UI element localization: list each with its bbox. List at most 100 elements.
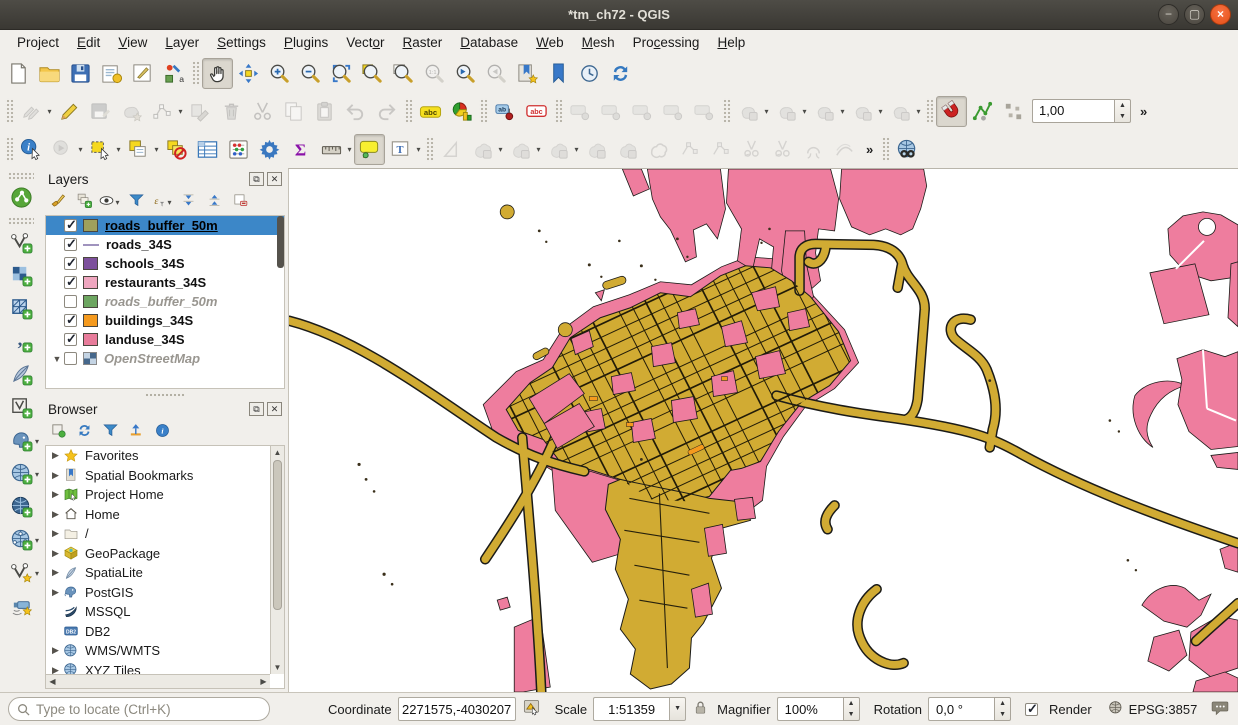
fill-ring-button[interactable] — [736, 134, 767, 165]
locate-search-input[interactable]: Type to locate (Ctrl+K) — [8, 697, 270, 721]
offset-curve-button[interactable] — [829, 134, 860, 165]
open-data-source-manager-button[interactable] — [4, 182, 38, 215]
layer-item-openstreetmap[interactable]: ▼OpenStreetMap — [46, 349, 284, 368]
coordinate-input[interactable]: 2271575,-4030207 — [398, 697, 516, 721]
layers-float-button[interactable]: ⧉ — [249, 172, 264, 186]
add-postgis-layer-button[interactable]: ▾ — [4, 425, 38, 458]
save-layer-edits-button[interactable] — [85, 96, 116, 127]
add-selected-layers-button[interactable] — [46, 421, 70, 443]
map-canvas[interactable] — [288, 168, 1238, 692]
layer-item-buildings_34s[interactable]: buildings_34S — [46, 311, 284, 330]
show-layout-manager-button[interactable] — [127, 58, 158, 89]
browser-item-spatial-bookmarks[interactable]: ▶Spatial Bookmarks — [46, 466, 284, 486]
split-parts-button[interactable] — [505, 134, 536, 165]
select-features-button[interactable] — [85, 134, 116, 165]
show-hide-labels-button[interactable] — [565, 96, 596, 127]
run-feature-action-button[interactable] — [47, 134, 78, 165]
delete-part-button[interactable] — [798, 134, 829, 165]
draw-rectangle-button[interactable] — [847, 96, 878, 127]
layer-item-schools_34s[interactable]: schools_34S — [46, 254, 284, 273]
add-virtual-layer-button[interactable] — [4, 392, 38, 425]
zoom-to-layer-button[interactable] — [388, 58, 419, 89]
snapping-tolerance-input[interactable]: 1,00 — [1032, 99, 1114, 123]
open-project-button[interactable] — [34, 58, 65, 89]
layer-visibility-checkbox[interactable] — [64, 352, 77, 365]
layers-scrollbar-thumb[interactable] — [277, 216, 284, 268]
draw-circle-button[interactable] — [771, 96, 802, 127]
merge-features-button[interactable] — [543, 134, 574, 165]
menu-database[interactable]: Database — [451, 33, 527, 52]
render-checkbox[interactable] — [1025, 703, 1038, 716]
browser-hscrollbar[interactable]: ◀▶ — [46, 674, 270, 688]
browser-item--[interactable]: ▶/ — [46, 524, 284, 544]
add-group-button[interactable] — [72, 191, 96, 213]
maximize-button[interactable]: ▢ — [1184, 4, 1205, 25]
split-features-button[interactable] — [467, 134, 498, 165]
new-print-layout-button[interactable] — [96, 58, 127, 89]
filter-legend-button[interactable] — [124, 191, 148, 213]
add-delimited-text-layer-button[interactable]: , — [4, 326, 38, 359]
delete-selected-button[interactable] — [216, 96, 247, 127]
crs-status-button[interactable]: EPSG:3857 — [1108, 700, 1198, 719]
layer-item-roads_buffer_50m[interactable]: roads_buffer_50m — [46, 292, 284, 311]
filter-by-expression-button[interactable]: ε▾ — [150, 191, 174, 213]
open-attribute-table-button[interactable] — [192, 134, 223, 165]
add-ring-button[interactable] — [674, 134, 705, 165]
rotate-label-button[interactable] — [627, 96, 658, 127]
change-label-properties-button[interactable] — [658, 96, 689, 127]
add-part-button[interactable] — [705, 134, 736, 165]
self-snapping-button[interactable] — [998, 96, 1029, 127]
close-button[interactable]: × — [1210, 4, 1231, 25]
menu-help[interactable]: Help — [708, 33, 754, 52]
expander-icon[interactable]: ▶ — [49, 587, 62, 598]
browser-item-home[interactable]: ▶Home — [46, 505, 284, 525]
highlight-pinned-labels-button[interactable]: abc — [521, 96, 552, 127]
browser-item-favorites[interactable]: ▶Favorites — [46, 446, 284, 466]
merge-attributes-button[interactable] — [581, 134, 612, 165]
remove-layer-button[interactable] — [228, 191, 252, 213]
paste-features-button[interactable] — [309, 96, 340, 127]
layer-labeling-button[interactable]: abc — [415, 96, 446, 127]
processing-toolbox-button[interactable] — [254, 134, 285, 165]
browser-close-button[interactable]: ✕ — [267, 402, 282, 416]
deselect-all-button[interactable] — [161, 134, 192, 165]
menu-vector[interactable]: Vector — [337, 33, 393, 52]
refresh-map-button[interactable] — [605, 58, 636, 89]
layer-visibility-checkbox[interactable] — [64, 238, 77, 251]
browser-item-spatialite[interactable]: ▶SpatiaLite — [46, 563, 284, 583]
select-by-value-button[interactable] — [123, 134, 154, 165]
add-raster-layer-button[interactable] — [4, 260, 38, 293]
scale-dropdown-button[interactable]: ▼ — [669, 697, 686, 721]
add-wfs-layer-button[interactable] — [4, 491, 38, 524]
magnifier-spin-buttons[interactable]: ▲▼ — [843, 697, 860, 721]
move-label-button[interactable] — [596, 96, 627, 127]
modify-attributes-button[interactable] — [185, 96, 216, 127]
zoom-to-selection-button[interactable] — [357, 58, 388, 89]
toolbar-overflow-button[interactable]: » — [1134, 104, 1153, 119]
refresh-browser-button[interactable] — [72, 421, 96, 443]
minimize-button[interactable]: − — [1158, 4, 1179, 25]
browser-properties-button[interactable]: i — [150, 421, 174, 443]
menu-mesh[interactable]: Mesh — [573, 33, 624, 52]
scale-combobox[interactable]: 1:51359 — [593, 697, 669, 721]
zoom-last-button[interactable] — [450, 58, 481, 89]
snapping-tolerance-spin-buttons[interactable]: ▲▼ — [1114, 99, 1131, 123]
lock-scale-icon[interactable] — [692, 699, 709, 719]
browser-item-mssql[interactable]: MSSQL — [46, 602, 284, 622]
menu-web[interactable]: Web — [527, 33, 573, 52]
layer-visibility-checkbox[interactable] — [64, 257, 77, 270]
expander-icon[interactable]: ▶ — [49, 645, 62, 656]
browser-item-geopackage[interactable]: ▶GeoPackage — [46, 544, 284, 564]
collapse-all-browser-button[interactable] — [124, 421, 148, 443]
menu-processing[interactable]: Processing — [624, 33, 709, 52]
enable-tracing-button[interactable] — [967, 96, 998, 127]
zoom-out-button[interactable] — [295, 58, 326, 89]
menu-settings[interactable]: Settings — [208, 33, 275, 52]
layer-visibility-checkbox[interactable] — [64, 276, 77, 289]
temporal-controller-button[interactable] — [574, 58, 605, 89]
new-spatial-bookmark-button[interactable] — [512, 58, 543, 89]
layers-close-button[interactable]: ✕ — [267, 172, 282, 186]
layer-diagram-button[interactable] — [446, 96, 477, 127]
rotation-spinbox[interactable]: 0,0 ° — [928, 697, 994, 721]
pan-map-button[interactable] — [202, 58, 233, 89]
